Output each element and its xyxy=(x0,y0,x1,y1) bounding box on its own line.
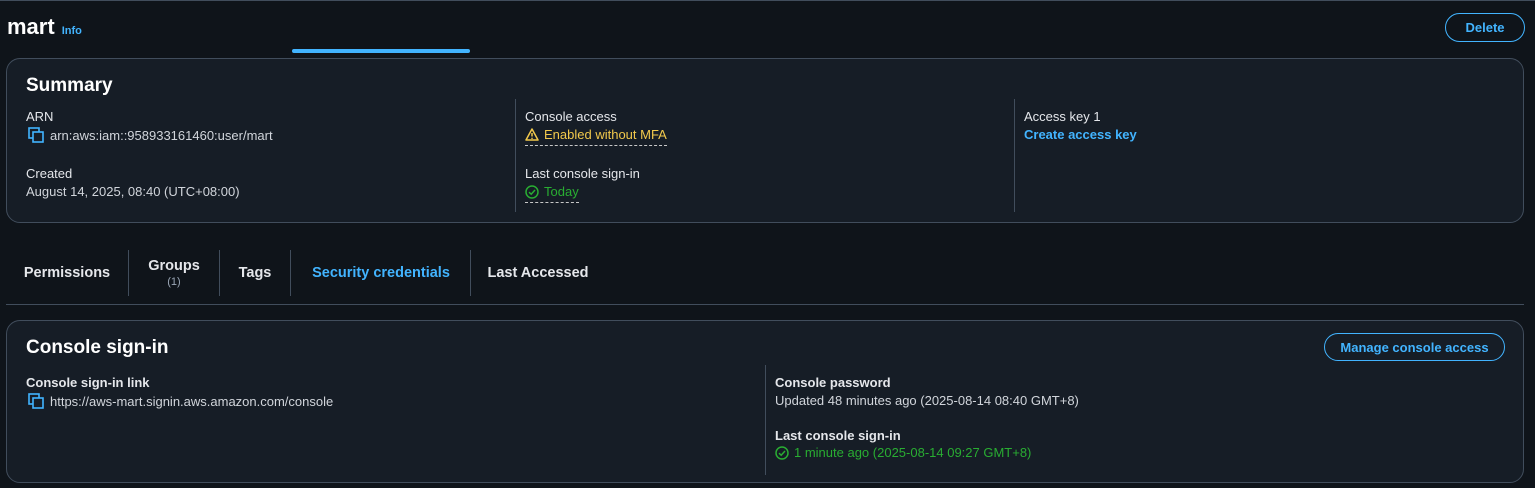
last-signin-label: Last console sign-in xyxy=(525,166,640,181)
active-tab-indicator xyxy=(292,49,470,53)
tab-permissions[interactable]: Permissions xyxy=(6,250,128,296)
tab-tags-label: Tags xyxy=(238,265,272,281)
tab-groups-label: Groups xyxy=(148,258,200,274)
console-signin-title: Console sign-in xyxy=(26,337,169,358)
warning-icon xyxy=(525,128,539,141)
top-border xyxy=(0,0,1535,1)
signin-link-value: https://aws-mart.signin.aws.amazon.com/c… xyxy=(50,393,334,409)
tab-last-accessed-label: Last Accessed xyxy=(487,265,589,281)
tab-tags[interactable]: Tags xyxy=(220,250,290,296)
copy-icon[interactable] xyxy=(28,393,44,409)
last-signin-row: Today xyxy=(525,184,579,203)
console-last-signin-value: 1 minute ago (2025-08-14 09:27 GMT+8) xyxy=(794,445,1032,460)
check-circle-icon xyxy=(525,184,539,199)
console-last-signin-label: Last console sign-in xyxy=(775,428,901,443)
console-last-signin-row: 1 minute ago (2025-08-14 09:27 GMT+8) xyxy=(775,445,1031,460)
manage-console-access-button[interactable]: Manage console access xyxy=(1324,333,1505,361)
tab-groups[interactable]: Groups (1) xyxy=(129,250,219,296)
console-access-row: Enabled without MFA xyxy=(525,127,667,146)
console-access-label: Console access xyxy=(525,109,617,124)
console-password-label: Console password xyxy=(775,375,891,390)
console-password-value: Updated 48 minutes ago (2025-08-14 08:40… xyxy=(775,393,1079,408)
console-last-signin-status: 1 minute ago (2025-08-14 09:27 GMT+8) xyxy=(775,445,1031,460)
tab-permissions-label: Permissions xyxy=(23,265,111,281)
page-header: mart Info xyxy=(7,14,82,44)
arn-value: arn:aws:iam::958933161460:user/mart xyxy=(50,127,273,143)
tab-security-credentials-label: Security credentials xyxy=(312,265,450,281)
console-signin-panel: Console sign-in Console sign-in link htt… xyxy=(6,320,1524,483)
create-access-key-link[interactable]: Create access key xyxy=(1024,127,1137,142)
last-signin-value: Today xyxy=(544,184,579,199)
access-key-label: Access key 1 xyxy=(1024,109,1101,124)
summary-divider-1 xyxy=(515,99,516,212)
delete-button[interactable]: Delete xyxy=(1445,13,1525,42)
info-link[interactable]: Info xyxy=(62,25,82,37)
check-circle-icon xyxy=(775,445,789,460)
page-title: mart xyxy=(7,14,55,39)
tab-last-accessed[interactable]: Last Accessed xyxy=(471,250,605,296)
last-signin-status[interactable]: Today xyxy=(525,184,579,203)
tab-security-credentials[interactable]: Security credentials xyxy=(292,250,470,296)
console-divider xyxy=(765,365,766,475)
created-value: August 14, 2025, 08:40 (UTC+08:00) xyxy=(26,184,240,199)
copy-icon[interactable] xyxy=(28,127,44,143)
console-access-value: Enabled without MFA xyxy=(544,127,667,142)
console-access-status[interactable]: Enabled without MFA xyxy=(525,127,667,146)
signin-link-row: https://aws-mart.signin.aws.amazon.com/c… xyxy=(28,393,333,409)
created-label: Created xyxy=(26,166,73,181)
arn-value-row: arn:aws:iam::958933161460:user/mart xyxy=(28,127,273,143)
summary-divider-2 xyxy=(1014,99,1015,212)
tab-groups-count: (1) xyxy=(167,276,181,288)
summary-title: Summary xyxy=(26,75,113,96)
signin-link-label: Console sign-in link xyxy=(26,375,150,390)
arn-label: ARN xyxy=(26,109,54,124)
tab-separator xyxy=(290,250,291,296)
tab-bar: Permissions Groups (1) Tags Security cre… xyxy=(6,250,1524,304)
tab-bar-divider xyxy=(6,304,1524,305)
summary-panel: Summary ARN arn:aws:iam::958933161460:us… xyxy=(6,58,1524,223)
